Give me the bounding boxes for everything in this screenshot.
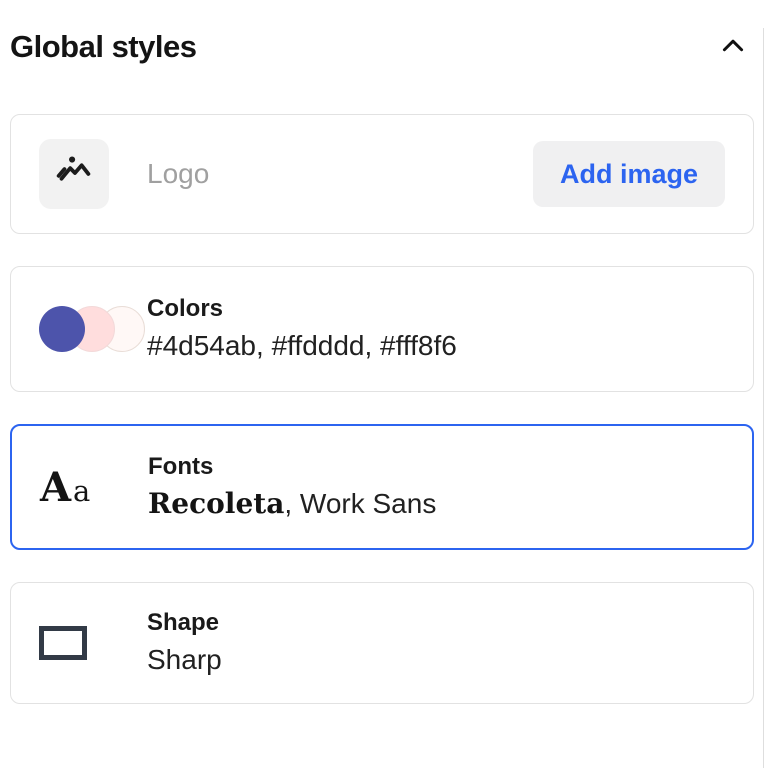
colors-card[interactable]: Colors #4d54ab, #ffdddd, #fff8f6 — [10, 266, 754, 392]
shape-card-title: Shape — [147, 609, 220, 636]
collapse-section-button[interactable] — [716, 30, 750, 64]
image-placeholder-icon — [51, 149, 97, 200]
colors-card-title: Colors — [147, 295, 224, 322]
logo-upload-tile[interactable] — [39, 139, 109, 209]
fonts-card-text: Fonts Recoleta, Work Sans — [148, 450, 436, 524]
style-cards-list: Logo Add image Colors #4d54ab, #ffdddd, … — [10, 114, 754, 704]
fonts-card-value: Recoleta, Work Sans — [148, 484, 436, 524]
page-title: Global styles — [10, 29, 197, 64]
shape-icon-area — [39, 626, 147, 660]
colors-card-text: Colors #4d54ab, #ffdddd, #fff8f6 — [147, 292, 457, 366]
add-image-button[interactable]: Add image — [532, 141, 725, 207]
primary-font-name: Recoleta — [148, 487, 285, 520]
rectangle-shape-icon — [39, 626, 87, 660]
logo-icon-area — [39, 139, 147, 209]
panel-right-border — [763, 28, 764, 768]
panel-header: Global styles — [10, 28, 750, 66]
colors-icon-area — [39, 306, 147, 352]
fonts-card[interactable]: A a Fonts Recoleta, Work Sans — [10, 424, 754, 550]
shape-card-value: Sharp — [147, 644, 222, 675]
color-swatches — [39, 306, 145, 352]
fonts-aa-icon: A a — [40, 463, 91, 511]
logo-card[interactable]: Logo Add image — [10, 114, 754, 234]
chevron-up-icon — [718, 31, 748, 64]
shape-card[interactable]: Shape Sharp — [10, 582, 754, 704]
fonts-icon-area: A a — [40, 464, 148, 511]
logo-placeholder-label: Logo — [147, 158, 210, 189]
secondary-font-name: , Work Sans — [284, 488, 437, 519]
shape-card-text: Shape Sharp — [147, 606, 222, 680]
global-styles-panel: Global styles Logo Add image Colors #4d5… — [0, 28, 768, 768]
colors-card-value: #4d54ab, #ffdddd, #fff8f6 — [147, 330, 457, 361]
fonts-card-title: Fonts — [148, 453, 214, 480]
color-swatch-blue — [39, 306, 85, 352]
